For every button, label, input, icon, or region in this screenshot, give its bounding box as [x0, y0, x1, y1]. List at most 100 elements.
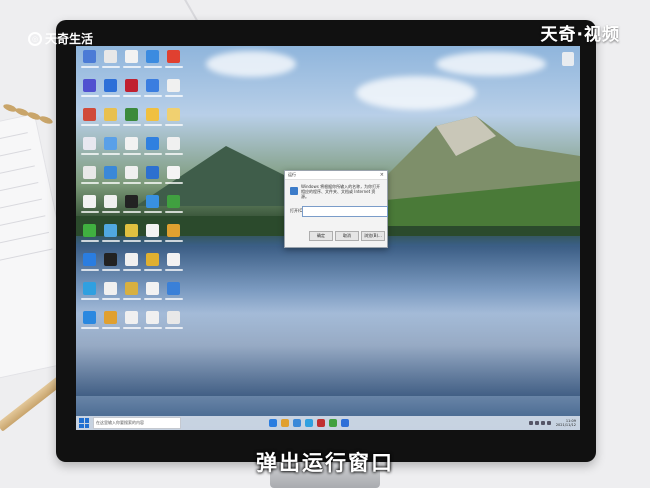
desktop-shortcut-icon[interactable] — [164, 79, 183, 104]
desktop-shortcut-icon[interactable] — [122, 50, 141, 75]
tray-icon[interactable] — [534, 421, 539, 425]
desktop-shortcut-icon[interactable] — [122, 224, 141, 249]
desktop-shortcut-icon[interactable] — [164, 166, 183, 191]
taskbar-app-icon[interactable] — [281, 419, 289, 427]
taskbar-app-icon[interactable] — [317, 419, 325, 427]
desktop-shortcut-icon[interactable] — [80, 311, 99, 336]
run-command-input[interactable] — [302, 206, 388, 217]
desktop-shortcut-icon[interactable] — [122, 195, 141, 220]
taskbar-app-icon[interactable] — [329, 419, 337, 427]
desktop-shortcut-icon[interactable] — [101, 253, 120, 278]
taskbar-app-icon[interactable] — [293, 419, 301, 427]
app-icon — [104, 137, 117, 150]
desktop-shortcut-icon[interactable] — [80, 195, 99, 220]
desktop-shortcut-icon[interactable] — [101, 108, 120, 133]
shortcut-label — [122, 211, 141, 213]
desktop-shortcut-icon[interactable] — [101, 79, 120, 104]
tray-icon[interactable] — [540, 421, 545, 425]
app-icon — [104, 253, 117, 266]
taskbar-app-icon[interactable] — [305, 419, 313, 427]
app-icon — [83, 195, 96, 208]
app-icon — [125, 79, 138, 92]
desktop-shortcut-icon[interactable] — [122, 253, 141, 278]
shortcut-label — [164, 95, 183, 97]
desktop-shortcut-icon[interactable] — [164, 282, 183, 307]
desktop-shortcut-icon[interactable] — [164, 137, 183, 162]
cancel-button[interactable]: 取消 — [335, 231, 359, 241]
app-icon — [104, 108, 117, 121]
desktop-shortcut-icon[interactable] — [122, 108, 141, 133]
desktop-shortcut-icon[interactable] — [164, 50, 183, 75]
desktop-shortcut-icon[interactable] — [101, 224, 120, 249]
shortcut-label — [80, 298, 99, 300]
shortcut-label — [164, 269, 183, 271]
desktop-shortcut-icon[interactable] — [80, 282, 99, 307]
desktop-shortcut-icon[interactable] — [143, 224, 162, 249]
desktop-shortcut-icon[interactable] — [143, 253, 162, 278]
desktop-shortcut-icon[interactable] — [80, 253, 99, 278]
app-icon — [83, 311, 96, 324]
tray-icon[interactable] — [546, 421, 551, 425]
desktop-shortcut-icon[interactable] — [80, 137, 99, 162]
app-icon — [167, 195, 180, 208]
desktop-shortcut-icon[interactable] — [143, 79, 162, 104]
desktop-shortcut-icon[interactable] — [143, 195, 162, 220]
desktop-shortcut-icon[interactable] — [164, 108, 183, 133]
desktop-shortcut-icon[interactable] — [122, 311, 141, 336]
desktop-shortcut-icon[interactable] — [122, 282, 141, 307]
shortcut-label — [101, 95, 120, 97]
desktop-shortcut-icon[interactable] — [80, 166, 99, 191]
shortcut-label — [164, 66, 183, 68]
desktop-shortcut-icon[interactable] — [164, 224, 183, 249]
taskbar-app-icon[interactable] — [269, 419, 277, 427]
shortcut-label — [143, 66, 162, 68]
shortcut-label — [143, 240, 162, 242]
tray-icon[interactable] — [528, 421, 533, 425]
desktop-shortcut-icon[interactable] — [164, 253, 183, 278]
app-icon — [83, 108, 96, 121]
desktop-shortcut-icon[interactable] — [122, 166, 141, 191]
video-caption: 弹出运行窗口 — [256, 451, 394, 475]
desktop-shortcut-icon[interactable] — [101, 311, 120, 336]
desktop-shortcut-icon[interactable] — [122, 137, 141, 162]
desktop-shortcut-icon[interactable] — [143, 50, 162, 75]
app-icon — [125, 253, 138, 266]
desktop-shortcut-icon[interactable] — [101, 166, 120, 191]
desktop-shortcut-icon[interactable] — [143, 166, 162, 191]
shortcut-label — [80, 182, 99, 184]
close-icon[interactable]: × — [380, 172, 384, 178]
desktop-shortcut-icon[interactable] — [101, 50, 120, 75]
desktop-shortcut-icon[interactable] — [101, 195, 120, 220]
app-icon — [146, 224, 159, 237]
desktop-shortcut-icon[interactable] — [143, 108, 162, 133]
desktop-shortcut-icon[interactable] — [143, 137, 162, 162]
shortcut-label — [122, 327, 141, 329]
shortcut-label — [80, 211, 99, 213]
desktop-shortcut-icon[interactable] — [101, 137, 120, 162]
app-icon — [167, 79, 180, 92]
app-icon — [104, 282, 117, 295]
app-icon — [167, 282, 180, 295]
app-icon — [125, 108, 138, 121]
desktop-shortcut-icon[interactable] — [101, 282, 120, 307]
shortcut-label — [80, 327, 99, 329]
taskbar-search-input[interactable]: 在这里输入你要搜索的内容 — [93, 417, 181, 429]
desktop-shortcut-icon[interactable] — [80, 50, 99, 75]
app-icon — [146, 137, 159, 150]
desktop-shortcut-icon[interactable] — [143, 311, 162, 336]
desktop-shortcut-icon[interactable] — [122, 79, 141, 104]
windows-start-icon[interactable] — [79, 418, 89, 428]
desktop-shortcut-icon[interactable] — [80, 79, 99, 104]
desktop-shortcut-icon[interactable] — [80, 108, 99, 133]
desktop-shortcut-icon[interactable] — [164, 195, 183, 220]
ok-button[interactable]: 确定 — [309, 231, 333, 241]
taskbar-app-icon[interactable] — [341, 419, 349, 427]
recycle-bin-icon[interactable] — [562, 52, 574, 66]
browse-button[interactable]: 浏览(B)... — [361, 231, 385, 241]
desktop-shortcut-icon[interactable] — [143, 282, 162, 307]
desktop-shortcut-icon[interactable] — [80, 224, 99, 249]
desktop-shortcut-icon[interactable] — [164, 311, 183, 336]
taskbar-clock[interactable]: 11:09 2021/11/12 — [556, 419, 576, 427]
taskbar: 在这里输入你要搜索的内容 11:09 2021/11/12 — [76, 416, 580, 430]
shortcut-label — [122, 153, 141, 155]
